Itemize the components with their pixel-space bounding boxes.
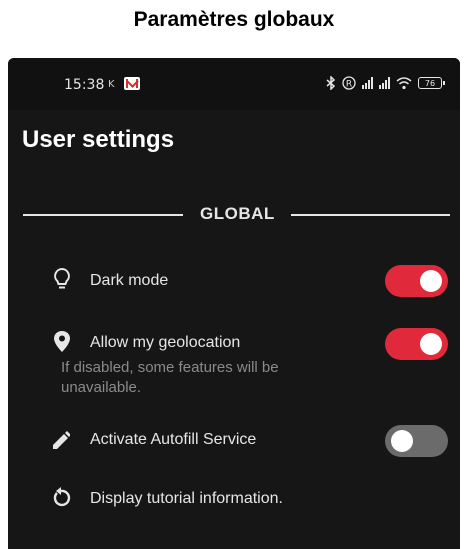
pencil-icon — [53, 431, 70, 449]
signal-icon — [362, 77, 373, 89]
setting-label-tutorial: Display tutorial information. — [90, 490, 283, 507]
refresh-icon — [53, 487, 71, 507]
geolocation-toggle[interactable] — [385, 328, 448, 360]
toggle-knob — [420, 270, 442, 292]
section-divider-left — [23, 214, 183, 216]
toggle-knob — [391, 430, 413, 452]
lightbulb-icon — [54, 267, 70, 289]
setting-label-geolocation: Allow my geolocation — [90, 334, 241, 351]
toggle-knob — [420, 333, 442, 355]
setting-label-autofill: Activate Autofill Service — [90, 431, 257, 448]
gmail-icon — [124, 77, 140, 90]
status-bar: 15:38 K R 76 — [8, 58, 460, 110]
registered-icon: R — [342, 76, 356, 90]
page-title: User settings — [22, 126, 175, 153]
status-time: 15:38 — [64, 77, 105, 93]
section-label: GLOBAL — [200, 204, 275, 223]
battery-icon: 76 — [418, 77, 445, 89]
dark-mode-toggle[interactable] — [385, 265, 448, 297]
setting-description-geolocation: If disabled, some features will be unava… — [61, 359, 279, 396]
bluetooth-icon — [326, 76, 336, 90]
status-k-indicator: K — [108, 79, 115, 90]
svg-text:R: R — [346, 80, 352, 90]
section-divider-right — [291, 214, 450, 216]
phone-screen: 15:38 K R 76 User settings GLOBAL Dark m… — [8, 58, 460, 549]
wifi-icon — [396, 76, 412, 89]
location-pin-icon — [54, 331, 70, 352]
page-caption: Paramètres globaux — [133, 8, 335, 31]
setting-label-dark-mode: Dark mode — [90, 272, 169, 289]
autofill-toggle[interactable] — [385, 425, 448, 457]
status-right-icons: R 76 — [326, 76, 445, 90]
signal-icon-2 — [379, 77, 390, 89]
